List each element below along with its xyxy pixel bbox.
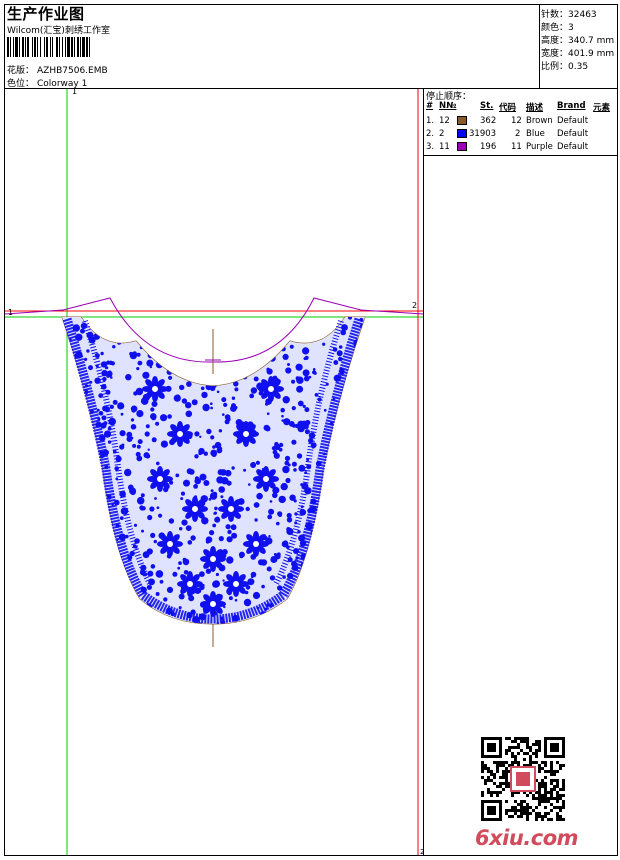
studio-name: Wilcom(汇宝)刺绣工作室	[7, 26, 110, 36]
row-index: 2.	[426, 129, 435, 139]
spec-height: 高度：340.7 mm	[541, 33, 614, 46]
marker-1-left: 1	[8, 308, 13, 317]
col-header-desc: 描述	[526, 103, 544, 113]
row-code: 12	[511, 116, 522, 126]
spec-divider	[539, 4, 540, 88]
colorway-label: 色位：	[7, 79, 35, 89]
row-code: 2	[515, 129, 521, 139]
row-code: 11	[511, 142, 522, 152]
embroidery-design-canvas: 1 1 2 2	[5, 89, 423, 855]
watermark-logo: 6xiu.com	[475, 826, 579, 850]
marker-2-bottom: 2	[420, 848, 423, 855]
spec-value: 3	[568, 23, 574, 33]
row-brand: Default	[557, 142, 589, 152]
design-legend-divider	[423, 88, 424, 856]
spec-label: 针数：	[541, 10, 569, 20]
legend-divider	[423, 155, 618, 156]
col-header-no: N№	[439, 101, 457, 111]
row-needle: 2	[439, 129, 445, 139]
row-description: Purple	[526, 142, 553, 152]
spec-value: 340.7 mm	[568, 36, 615, 46]
spec-label: 宽度：	[541, 49, 569, 59]
color-swatch	[457, 116, 467, 125]
color-swatch	[457, 129, 467, 138]
spec-label: 比例：	[541, 62, 569, 72]
row-description: Brown	[526, 116, 553, 126]
spec-stitches: 针数：32463	[541, 7, 597, 20]
row-needle: 11	[439, 142, 450, 152]
spec-colors: 颜色：3	[541, 20, 574, 33]
row-brand: Default	[557, 129, 589, 139]
qr-code	[481, 737, 565, 821]
row-stitches: 196	[480, 142, 497, 152]
row-index: 1.	[426, 116, 435, 126]
row-brand: Default	[557, 116, 589, 126]
spec-value: 0.35	[568, 62, 589, 72]
colorway-value: Colorway 1	[37, 79, 88, 89]
row-index: 3.	[426, 142, 435, 152]
page-title: 生产作业图	[7, 5, 85, 23]
spec-value: 401.9 mm	[568, 49, 615, 59]
col-header-num: #	[426, 101, 434, 111]
design-file-line: 花版： AZHB7506.EMB	[7, 63, 108, 76]
colorway-line: 色位： Colorway 1	[7, 76, 87, 89]
marker-1-top: 1	[72, 89, 77, 96]
col-header-code: 代码	[499, 103, 517, 113]
design-value: AZHB7506.EMB	[37, 66, 108, 76]
col-header-brand: Brand	[557, 101, 586, 111]
color-swatch	[457, 142, 467, 151]
spec-scale: 比例：0.35	[541, 59, 588, 72]
spec-label: 高度：	[541, 36, 569, 46]
spec-width: 宽度：401.9 mm	[541, 46, 614, 59]
col-header-st: St.	[480, 101, 494, 111]
spec-label: 颜色：	[541, 23, 569, 33]
row-needle: 12	[439, 116, 450, 126]
spec-value: 32463	[568, 10, 597, 20]
row-stitches: 362	[480, 116, 497, 126]
barcode	[7, 37, 90, 57]
row-description: Blue	[526, 129, 545, 139]
row-stitches: 31903	[469, 129, 497, 139]
col-header-element: 元素	[593, 103, 611, 113]
marker-2-right: 2	[412, 301, 417, 310]
qr-logo-icon	[516, 772, 530, 786]
design-label: 花版：	[7, 66, 35, 76]
